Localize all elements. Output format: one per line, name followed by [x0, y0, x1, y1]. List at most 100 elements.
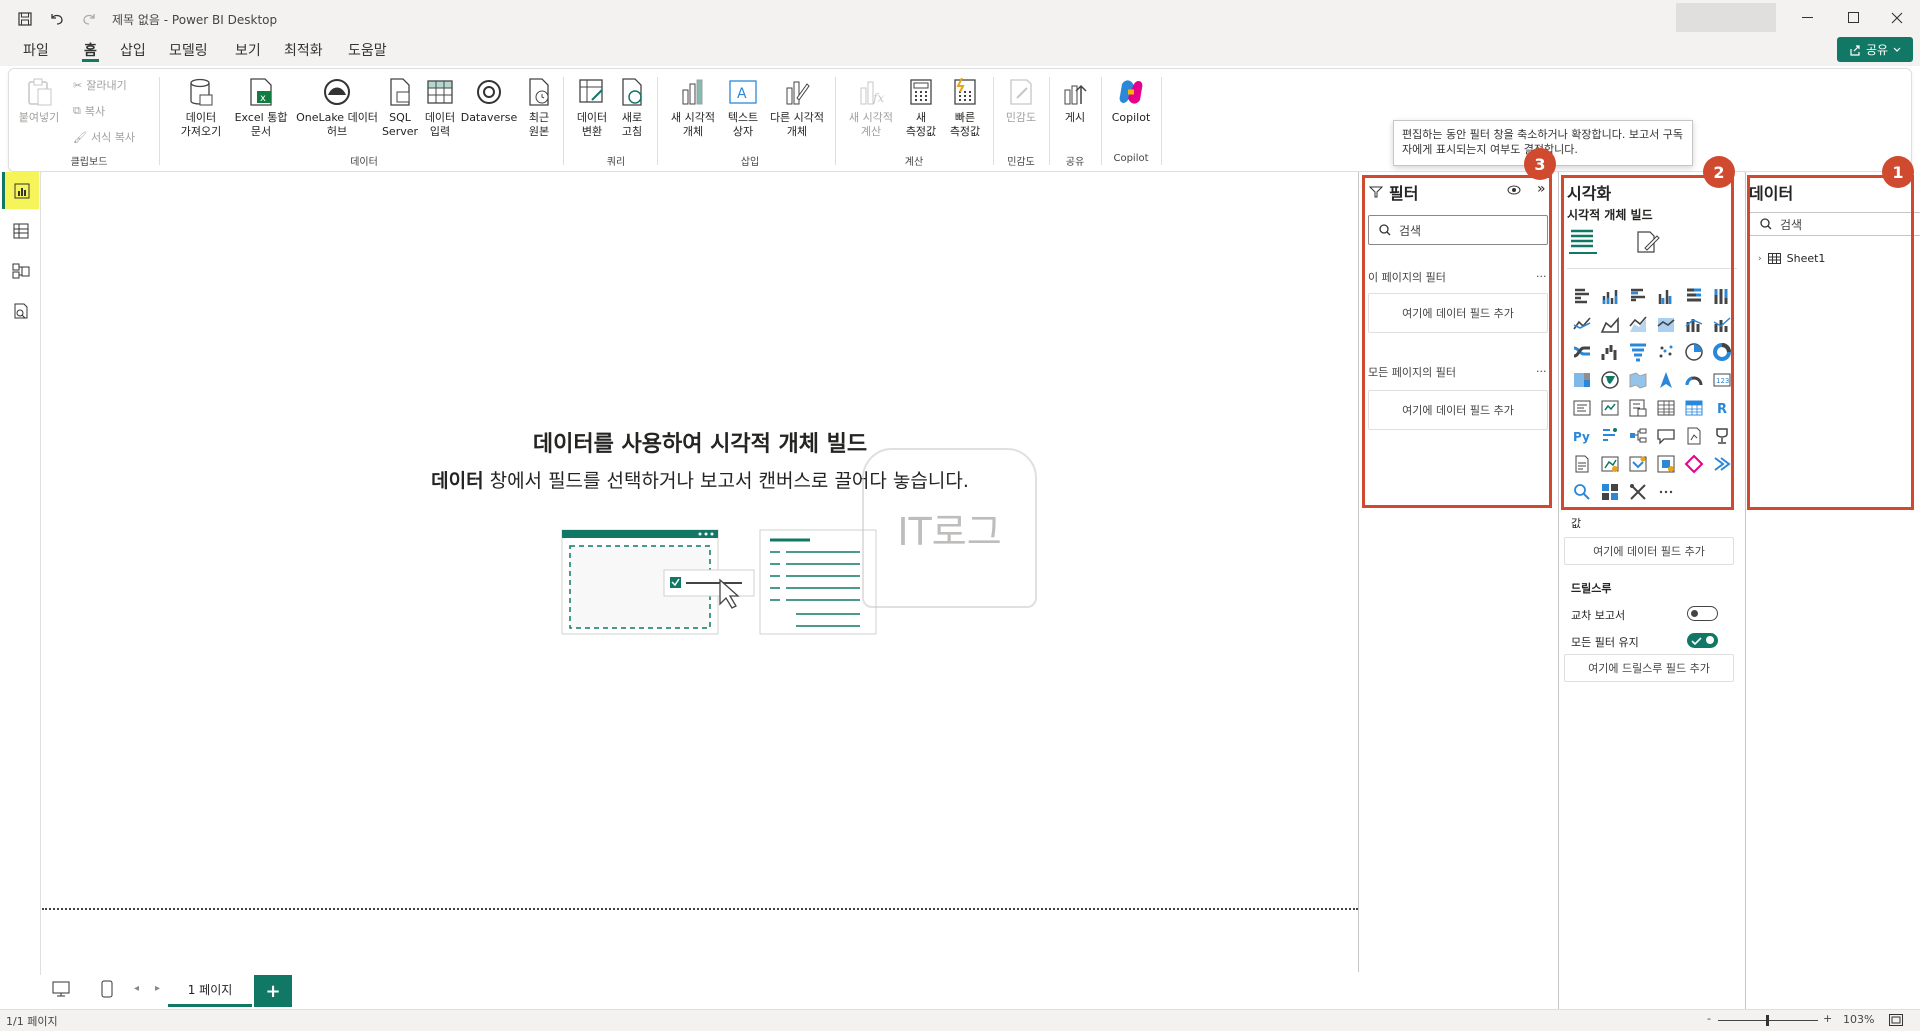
slicer-icon[interactable]	[1624, 394, 1652, 422]
more-visuals-button[interactable]: 다른 시각적 개체	[765, 75, 829, 139]
values-drop-well[interactable]: 여기에 데이터 필드 추가	[1564, 537, 1734, 565]
cross-report-toggle[interactable]	[1687, 606, 1718, 621]
zoom-in-button[interactable]: +	[1823, 1012, 1832, 1025]
format-painter-button[interactable]: 🖌 서식 복사	[73, 129, 135, 145]
mobile-layout-icon[interactable]	[101, 980, 113, 1001]
zoom-slider-thumb[interactable]	[1766, 1015, 1769, 1026]
sql-server-button[interactable]: SQL Server	[381, 75, 419, 139]
enter-data-button[interactable]: 데이터 입력	[421, 75, 459, 139]
new-measure-button[interactable]: 새 측정값	[901, 75, 941, 139]
card-icon[interactable]: 123	[1708, 366, 1736, 394]
area-chart-icon[interactable]	[1596, 310, 1624, 338]
decomposition-tree-icon[interactable]	[1624, 422, 1652, 450]
zoom-slider[interactable]	[1718, 1015, 1818, 1026]
tab-home[interactable]: 홈	[82, 40, 99, 62]
r-visual-icon[interactable]: R	[1708, 394, 1736, 422]
tab-help[interactable]: 도움말	[346, 40, 389, 62]
publish-button[interactable]: 게시	[1055, 75, 1095, 125]
tab-modeling[interactable]: 모델링	[167, 40, 210, 62]
add-page-button[interactable]: +	[254, 975, 292, 1007]
treemap-icon[interactable]	[1568, 366, 1596, 394]
report-canvas[interactable]: 데이터를 사용하여 시각적 개체 빌드 데이터 창에서 필드를 선택하거나 보고…	[42, 172, 1358, 912]
pie-icon[interactable]	[1680, 338, 1708, 366]
new-visual-calc-button[interactable]: fx 새 시각적 계산	[843, 75, 899, 139]
python-icon[interactable]: Py	[1568, 422, 1596, 450]
multirow-card-icon[interactable]	[1568, 394, 1596, 422]
search-visual-icon[interactable]	[1568, 478, 1596, 506]
kpi-icon[interactable]	[1596, 394, 1624, 422]
account-area[interactable]	[1676, 3, 1776, 32]
next-page-icon[interactable]: ▸	[155, 983, 160, 994]
report-view-button[interactable]	[2, 172, 39, 209]
text-box-button[interactable]: A 텍스트 상자	[723, 75, 763, 139]
arcgis-icon[interactable]	[1652, 450, 1680, 478]
gauge-icon[interactable]	[1680, 366, 1708, 394]
azure-map-icon[interactable]	[1652, 366, 1680, 394]
save-icon[interactable]	[12, 6, 38, 32]
paste-button[interactable]: 붙여넣기	[15, 75, 63, 125]
redo-icon[interactable]	[76, 6, 102, 32]
100-area-icon[interactable]	[1652, 310, 1680, 338]
tools-icon[interactable]	[1624, 478, 1652, 506]
excel-workbook-button[interactable]: x Excel 통합 문서	[231, 75, 291, 139]
diamond-icon[interactable]	[1680, 450, 1708, 478]
paginated-icon[interactable]	[1568, 450, 1596, 478]
stacked-bar-icon[interactable]	[1568, 282, 1596, 310]
transform-data-button[interactable]: 데이터 변환	[571, 75, 613, 139]
clustered-bar-icon[interactable]	[1624, 282, 1652, 310]
stacked-area-icon[interactable]	[1624, 310, 1652, 338]
line-chart-icon[interactable]	[1568, 310, 1596, 338]
quick-measure-button[interactable]: 빠른 측정값	[943, 75, 987, 139]
cut-button[interactable]: ✂ 잘라내기	[73, 77, 127, 93]
model-view-button[interactable]	[2, 252, 39, 289]
power-automate-icon[interactable]	[1624, 450, 1652, 478]
line-stacked-column-icon[interactable]	[1680, 310, 1708, 338]
filled-map-icon[interactable]	[1624, 366, 1652, 394]
dataverse-button[interactable]: Dataverse	[461, 75, 517, 125]
maximize-button[interactable]	[1831, 0, 1877, 36]
clustered-column-icon[interactable]	[1652, 282, 1680, 310]
key-influencers-icon[interactable]	[1596, 422, 1624, 450]
fit-to-page-icon[interactable]	[1889, 1014, 1903, 1029]
copilot-button[interactable]: Copilot	[1107, 75, 1155, 125]
tab-optimize[interactable]: 최적화	[282, 40, 325, 62]
minimize-button[interactable]	[1785, 0, 1831, 36]
scatter-icon[interactable]	[1652, 338, 1680, 366]
keep-all-filters-toggle[interactable]	[1687, 633, 1718, 648]
undo-icon[interactable]	[44, 6, 70, 32]
close-button[interactable]	[1874, 0, 1920, 36]
metrics-icon[interactable]	[1708, 422, 1736, 450]
drillthrough-drop-well[interactable]: 여기에 드릴스루 필드 추가	[1564, 654, 1734, 682]
tab-file[interactable]: 파일	[21, 40, 51, 62]
desktop-layout-icon[interactable]	[52, 981, 70, 1000]
qa-icon[interactable]	[1652, 422, 1680, 450]
onelake-data-hub-button[interactable]: OneLake 데이터 허브	[295, 75, 379, 139]
table-icon[interactable]	[1652, 394, 1680, 422]
share-button[interactable]: 공유	[1837, 37, 1913, 62]
sensitivity-button[interactable]: 민감도	[999, 75, 1043, 125]
stacked-column-icon[interactable]	[1596, 282, 1624, 310]
funnel-icon[interactable]	[1624, 338, 1652, 366]
refresh-button[interactable]: 새로 고침	[615, 75, 649, 139]
copy-button[interactable]: ⧉ 복사	[73, 103, 105, 119]
waterfall-icon[interactable]	[1596, 338, 1624, 366]
get-data-button[interactable]: 데이터 가져오기	[173, 75, 229, 139]
chevron-icon[interactable]	[1708, 450, 1736, 478]
100-bar-icon[interactable]	[1680, 282, 1708, 310]
more-icon[interactable]	[1652, 478, 1680, 506]
power-apps-icon[interactable]	[1596, 450, 1624, 478]
new-visual-button[interactable]: 새 시각적 개체	[665, 75, 721, 139]
recent-sources-button[interactable]: 최근 원본	[519, 75, 559, 139]
map-icon[interactable]	[1596, 366, 1624, 394]
tab-view[interactable]: 보기	[233, 40, 263, 62]
page-tab-1[interactable]: 1 페이지	[168, 975, 252, 1007]
matrix-icon[interactable]	[1680, 394, 1708, 422]
prev-page-icon[interactable]: ◂	[134, 983, 139, 994]
donut-icon[interactable]	[1708, 338, 1736, 366]
ribbon-chart-icon[interactable]	[1568, 338, 1596, 366]
100-column-icon[interactable]	[1708, 282, 1736, 310]
app-icon[interactable]	[1596, 478, 1624, 506]
table-view-button[interactable]	[2, 212, 39, 249]
zoom-out-button[interactable]: -	[1707, 1012, 1711, 1025]
narrative-icon[interactable]	[1680, 422, 1708, 450]
